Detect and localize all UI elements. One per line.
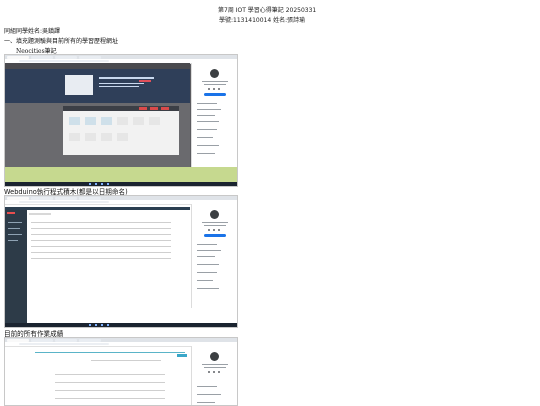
account-panel-2	[191, 204, 237, 308]
neocities-screenshot	[4, 54, 238, 187]
grades-screenshot	[4, 337, 238, 406]
account-panel	[191, 63, 237, 167]
account-panel-3	[191, 346, 237, 405]
taskbar-2	[5, 323, 237, 327]
classmates-line: 同組同學姓名:吳鎮譯	[4, 28, 61, 35]
student-info: 學號:1131410014 姓名:張詩瑜	[219, 17, 306, 24]
webduino-screenshot	[4, 195, 238, 328]
section-one-heading: 一、填充題測驗與目前所有的學習歷程網址	[4, 38, 119, 45]
document-title: 第7周 IOT 學習心得筆記 20250331	[218, 7, 317, 14]
